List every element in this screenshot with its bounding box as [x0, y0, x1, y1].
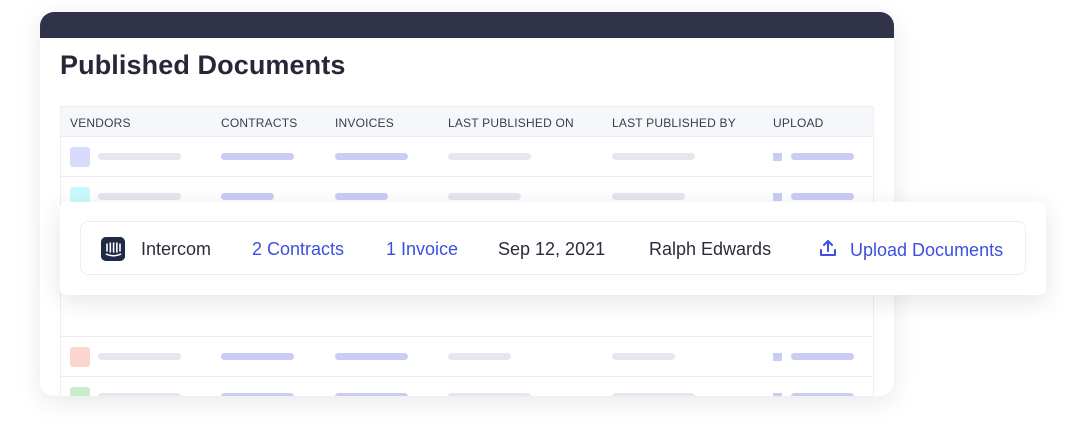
- table-row[interactable]: [61, 377, 873, 396]
- vendor-logo-placeholder: [70, 147, 90, 167]
- column-header-vendors[interactable]: VENDORS: [70, 116, 131, 130]
- upload-link-placeholder[interactable]: [791, 353, 854, 360]
- vendor-logo-placeholder: [70, 347, 90, 367]
- vendor-name-placeholder: [98, 193, 181, 200]
- page-title: Published Documents: [60, 50, 346, 80]
- stage: Published Documents VENDORS CONTRACTS IN…: [0, 0, 1066, 448]
- upload-icon-placeholder[interactable]: [773, 153, 782, 161]
- upload-link-placeholder[interactable]: [791, 393, 854, 396]
- invoices-link-placeholder[interactable]: [335, 353, 408, 360]
- upload-link-placeholder[interactable]: [791, 193, 854, 200]
- upload-icon: [818, 238, 838, 263]
- column-header-contracts[interactable]: CONTRACTS: [221, 116, 297, 130]
- contracts-link-placeholder[interactable]: [221, 153, 294, 160]
- vendor-name-placeholder: [98, 153, 181, 160]
- date-placeholder: [448, 193, 521, 200]
- upload-documents-label: Upload Documents: [850, 240, 1004, 260]
- column-header-invoices[interactable]: INVOICES: [335, 116, 394, 130]
- invoices-link-placeholder[interactable]: [335, 393, 408, 396]
- last-published-by: Ralph Edwards: [649, 239, 772, 259]
- upload-icon-placeholder[interactable]: [773, 353, 782, 361]
- vendor-name-placeholder: [98, 393, 181, 396]
- column-header-last-published-by[interactable]: LAST PUBLISHED BY: [612, 116, 736, 130]
- date-placeholder: [448, 353, 511, 360]
- vendor-name-placeholder: [98, 353, 181, 360]
- card-header-bar: [40, 12, 894, 38]
- table-header: VENDORS CONTRACTS INVOICES LAST PUBLISHE…: [61, 107, 873, 137]
- column-header-last-published-on[interactable]: LAST PUBLISHED ON: [448, 116, 574, 130]
- upload-icon-placeholder[interactable]: [773, 393, 782, 396]
- upload-icon-placeholder[interactable]: [773, 193, 782, 201]
- vendor-logo-placeholder: [70, 387, 90, 396]
- upload-documents-button[interactable]: Upload Documents: [818, 238, 1003, 263]
- invoices-link-placeholder[interactable]: [335, 193, 388, 200]
- table-row-intercom[interactable]: Intercom 2 Contracts 1 Invoice Sep 12, 2…: [80, 221, 1026, 275]
- contracts-link-placeholder[interactable]: [221, 393, 294, 396]
- intercom-logo-icon: [101, 237, 125, 261]
- invoices-link[interactable]: 1 Invoice: [386, 239, 458, 260]
- publisher-placeholder: [612, 193, 685, 200]
- table-row[interactable]: [61, 137, 873, 177]
- contracts-link-placeholder[interactable]: [221, 193, 274, 200]
- contracts-link-placeholder[interactable]: [221, 353, 294, 360]
- publisher-placeholder: [612, 393, 695, 396]
- date-placeholder: [448, 393, 531, 396]
- upload-link-placeholder[interactable]: [791, 153, 854, 160]
- highlighted-row-popout: Intercom 2 Contracts 1 Invoice Sep 12, 2…: [60, 202, 1046, 295]
- publisher-placeholder: [612, 353, 675, 360]
- invoices-link-placeholder[interactable]: [335, 153, 408, 160]
- date-placeholder: [448, 153, 531, 160]
- vendor-name: Intercom: [141, 239, 212, 259]
- contracts-link[interactable]: 2 Contracts: [252, 239, 344, 260]
- last-published-on: Sep 12, 2021: [498, 239, 606, 259]
- publisher-placeholder: [612, 153, 695, 160]
- table-row[interactable]: [61, 337, 873, 377]
- column-header-upload[interactable]: UPLOAD: [773, 116, 824, 130]
